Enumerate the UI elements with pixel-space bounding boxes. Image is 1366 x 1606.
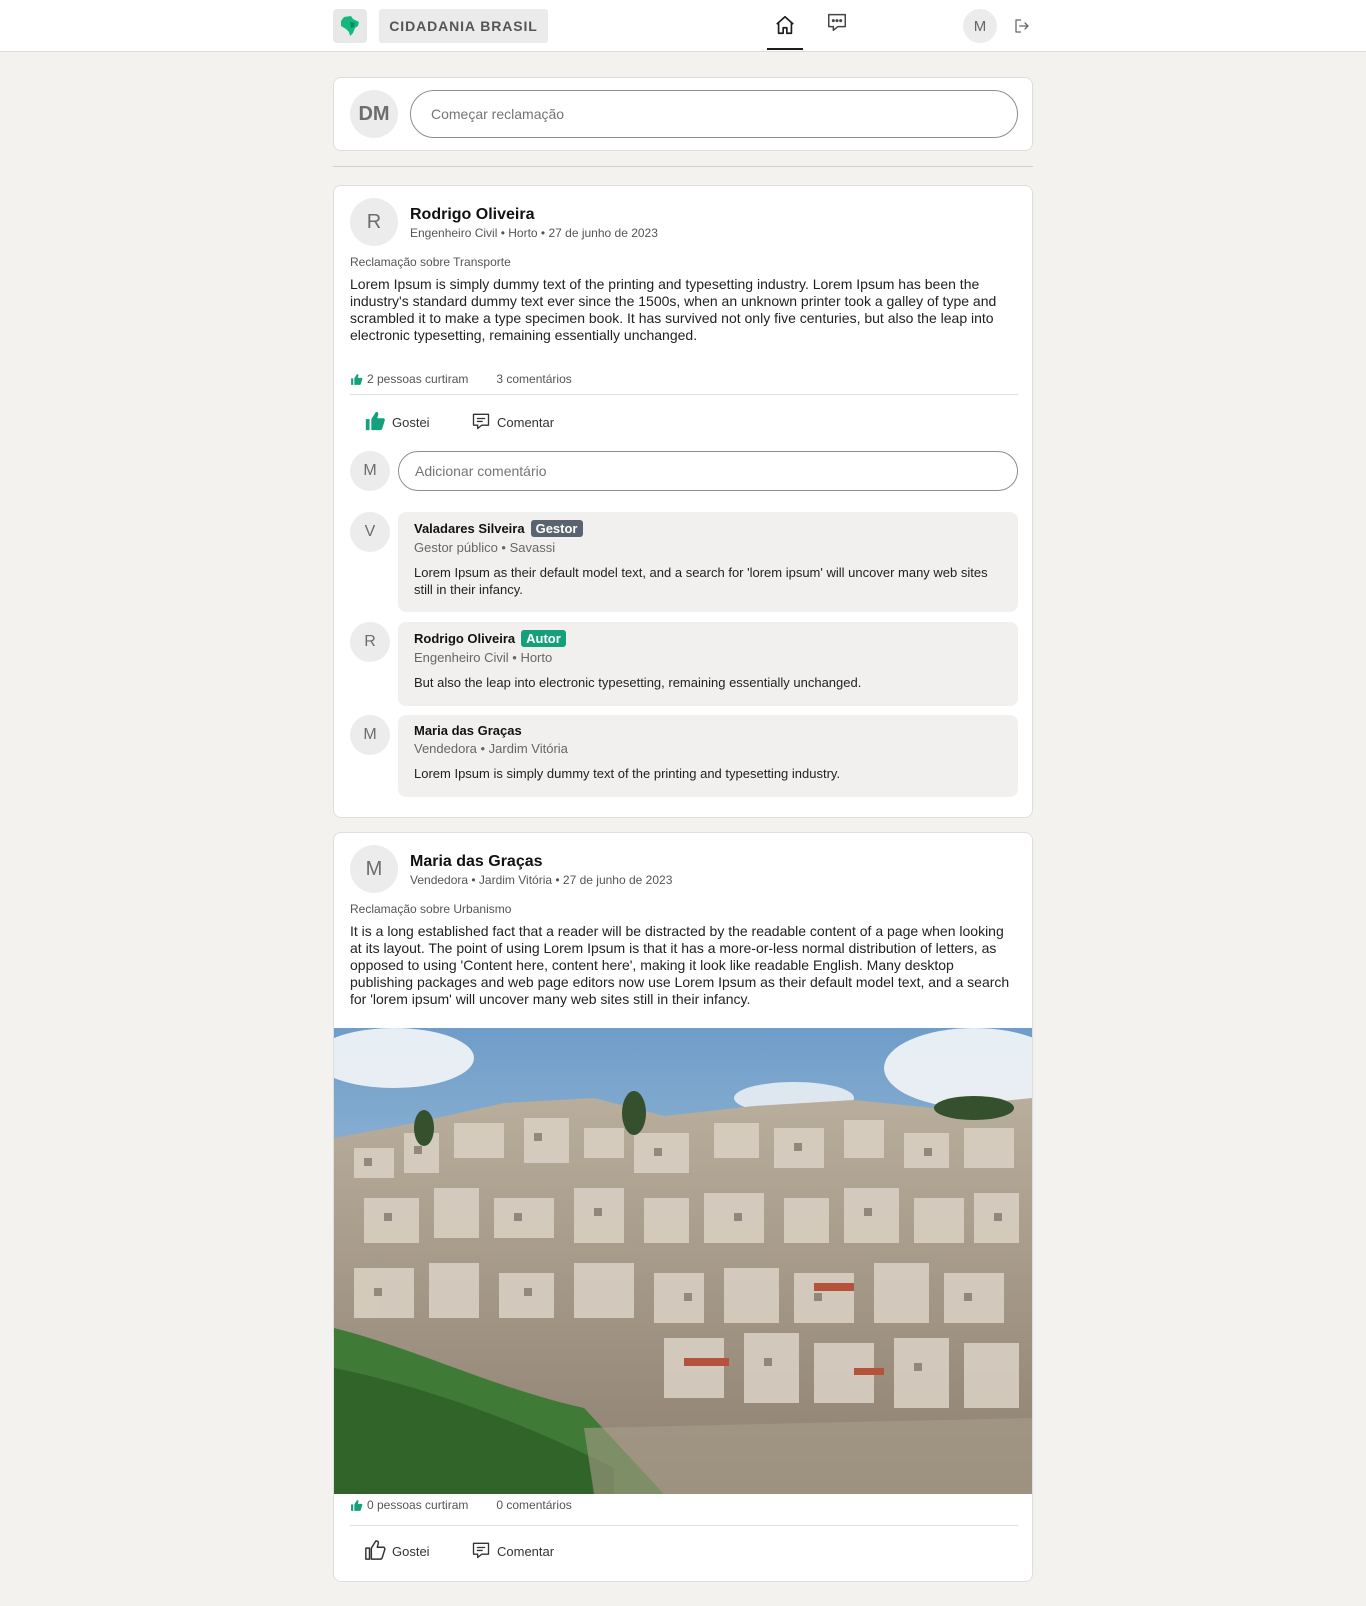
post-body: Lorem Ipsum is simply dummy text of the … bbox=[350, 276, 997, 343]
likes-count[interactable]: 0 pessoas curtiram bbox=[367, 1498, 468, 1512]
thumbs-up-icon bbox=[364, 410, 392, 435]
like-label: Gostei bbox=[392, 415, 430, 430]
comment-author-meta: Engenheiro Civil • Horto bbox=[414, 650, 553, 665]
comment-text: Lorem Ipsum as their default model text,… bbox=[414, 565, 988, 597]
comment-text: Lorem Ipsum is simply dummy text of the … bbox=[414, 766, 841, 781]
comment-item: Valadares Silveira Gestor Gestor público… bbox=[398, 512, 1018, 612]
comment-author: Maria das Graças bbox=[414, 723, 522, 738]
add-comment-input[interactable] bbox=[398, 451, 1018, 491]
post-stats: 2 pessoas curtiram 3 comentários bbox=[350, 372, 572, 386]
comments-count[interactable]: 0 comentários bbox=[496, 1498, 571, 1512]
role-badge: Autor bbox=[521, 630, 566, 647]
comment-icon bbox=[471, 1540, 497, 1563]
top-navigation-bar: CIDADANIA BRASIL M bbox=[0, 0, 1366, 52]
thumbs-up-icon bbox=[350, 1499, 363, 1512]
nav-messages-tab[interactable] bbox=[819, 6, 855, 42]
post-author-name[interactable]: Rodrigo Oliveira bbox=[410, 206, 534, 224]
thumbs-up-icon bbox=[364, 1539, 392, 1564]
post-image-city-hillside[interactable] bbox=[334, 1028, 1032, 1494]
comment-item: Maria das Graças Vendedora • Jardim Vitó… bbox=[398, 715, 1018, 797]
comment-text: But also the leap into electronic typese… bbox=[414, 675, 862, 690]
like-label: Gostei bbox=[392, 1544, 430, 1559]
comment-label: Comentar bbox=[497, 1544, 555, 1559]
comment-author-name[interactable]: Maria das Graças bbox=[414, 723, 522, 738]
comment-composer-avatar: M bbox=[350, 451, 390, 491]
post-separator bbox=[350, 1525, 1018, 1526]
brazil-map-icon[interactable] bbox=[333, 9, 367, 43]
thumbs-up-icon bbox=[350, 373, 363, 386]
comment-author: Valadares Silveira Gestor bbox=[414, 520, 583, 537]
comment-icon bbox=[471, 411, 497, 434]
post-card: M Maria das Graças Vendedora • Jardim Vi… bbox=[333, 832, 1033, 1582]
post-stats: 0 pessoas curtiram 0 comentários bbox=[350, 1498, 572, 1512]
feed-divider bbox=[333, 166, 1033, 167]
comment-author-meta: Gestor público • Savassi bbox=[414, 540, 556, 555]
post-subject: Reclamação sobre Urbanismo bbox=[350, 902, 512, 916]
post-author-avatar[interactable]: M bbox=[350, 845, 398, 893]
comment-label: Comentar bbox=[497, 415, 555, 430]
role-badge: Gestor bbox=[530, 520, 583, 537]
post-separator bbox=[350, 394, 1018, 395]
post-card: R Rodrigo Oliveira Engenheiro Civil • Ho… bbox=[333, 185, 1033, 818]
post-author-name[interactable]: Maria das Graças bbox=[410, 853, 543, 871]
home-icon bbox=[774, 14, 796, 41]
comment-author-name[interactable]: Valadares Silveira bbox=[414, 521, 525, 536]
comment-avatar[interactable]: V bbox=[350, 512, 390, 552]
likes-count[interactable]: 2 pessoas curtiram bbox=[367, 372, 468, 386]
composer-avatar: DM bbox=[350, 90, 398, 138]
comment-button[interactable]: Comentar bbox=[471, 1540, 554, 1563]
post-author-meta: Engenheiro Civil • Horto • 27 de junho d… bbox=[410, 226, 658, 240]
comment-author-name[interactable]: Rodrigo Oliveira bbox=[414, 631, 515, 646]
start-complaint-input[interactable] bbox=[410, 90, 1018, 138]
user-avatar[interactable]: M bbox=[963, 9, 997, 43]
chat-icon bbox=[826, 11, 848, 38]
brand-name[interactable]: CIDADANIA BRASIL bbox=[379, 9, 548, 43]
like-button[interactable]: Gostei bbox=[364, 410, 430, 435]
comment-avatar[interactable]: M bbox=[350, 715, 390, 755]
comment-button[interactable]: Comentar bbox=[471, 411, 554, 434]
comment-item: Rodrigo Oliveira Autor Engenheiro Civil … bbox=[398, 622, 1018, 706]
comments-count[interactable]: 3 comentários bbox=[496, 372, 571, 386]
nav-home-tab[interactable] bbox=[767, 6, 803, 50]
post-body: It is a long established fact that a rea… bbox=[350, 923, 1010, 1007]
logout-icon[interactable] bbox=[1010, 14, 1034, 38]
post-author-avatar[interactable]: R bbox=[350, 198, 398, 246]
comment-author-meta: Vendedora • Jardim Vitória bbox=[414, 741, 568, 756]
complaint-composer: DM bbox=[333, 77, 1033, 151]
post-subject: Reclamação sobre Transporte bbox=[350, 255, 511, 269]
post-author-meta: Vendedora • Jardim Vitória • 27 de junho… bbox=[410, 873, 673, 887]
like-button[interactable]: Gostei bbox=[364, 1539, 430, 1564]
comment-author: Rodrigo Oliveira Autor bbox=[414, 630, 566, 647]
comment-avatar[interactable]: R bbox=[350, 622, 390, 662]
